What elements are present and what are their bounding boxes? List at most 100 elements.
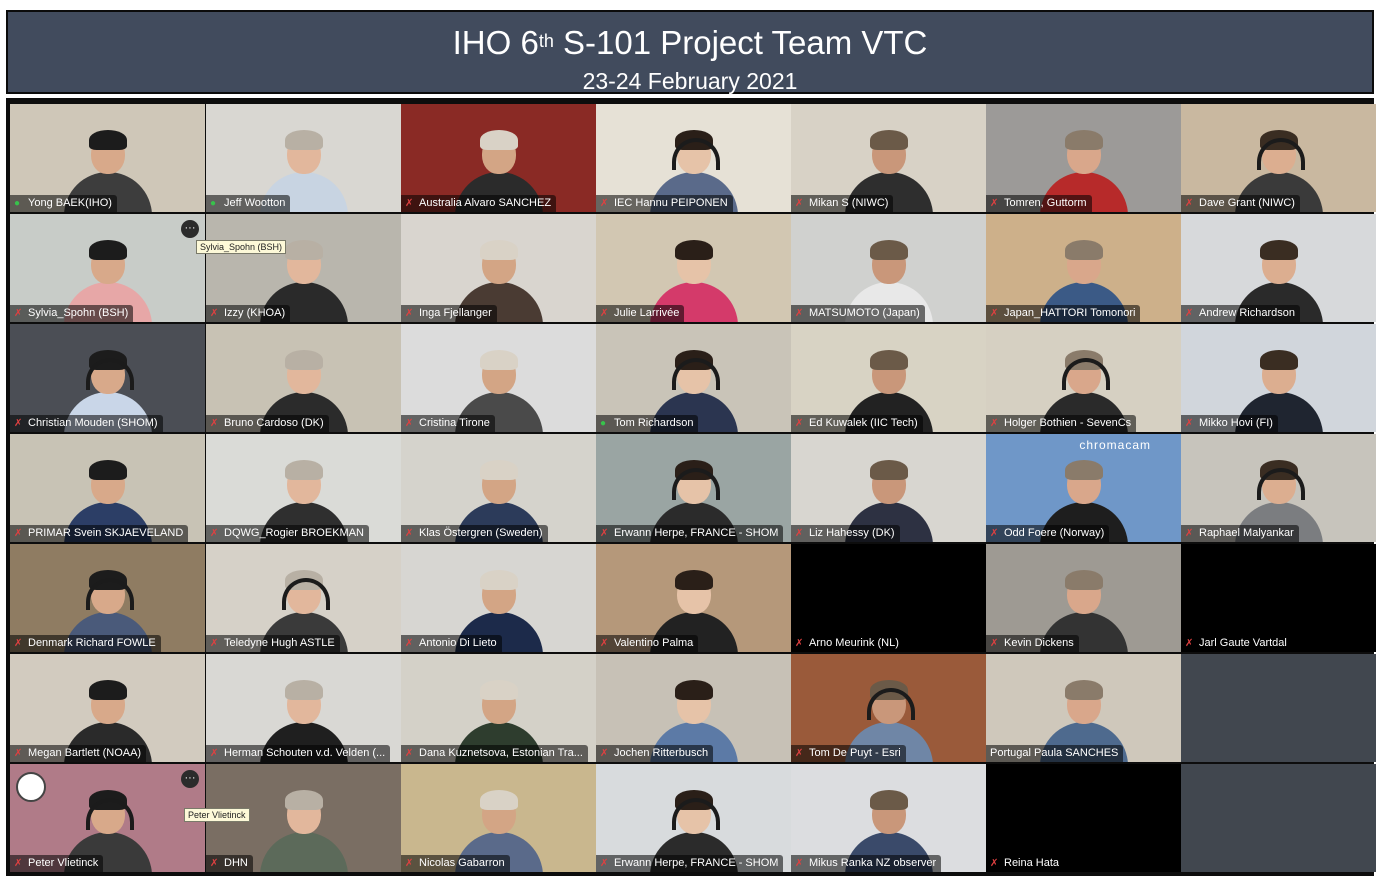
participant-name: Kevin Dickens: [1004, 637, 1074, 649]
participant-tile[interactable]: ✗ Izzy (KHOA): [206, 214, 401, 322]
participant-tile[interactable]: ● Yong BAEK(IHO): [10, 104, 205, 212]
participant-tile[interactable]: ✗ Andrew Richardson: [1181, 214, 1376, 322]
participant-name-label: ✗ Liz Hahessy (DK): [791, 525, 900, 542]
empty-gallery-slot: [1181, 654, 1376, 762]
mic-muted-icon: ✗: [795, 308, 804, 319]
participant-name: Andrew Richardson: [1199, 307, 1295, 319]
participant-name: Tom De Puyt - Esri: [809, 747, 901, 759]
participant-name-label: ✗ Raphael Malyankar: [1181, 525, 1299, 542]
participant-tile[interactable]: ✗ Jarl Gaute Vartdal: [1181, 544, 1376, 652]
mic-muted-icon: ✗: [210, 748, 219, 759]
participant-tile[interactable]: ✗ Odd Foere (Norway) chromacam: [986, 434, 1181, 542]
participant-tile[interactable]: ✗ Peter Vlietinck ···: [10, 764, 205, 872]
participant-tile[interactable]: ✗ Nicolas Gabarron: [401, 764, 596, 872]
mic-muted-icon: ✗: [210, 528, 219, 539]
meeting-title-banner: IHO 6th S-101 Project Team VTC 23-24 Feb…: [6, 10, 1374, 94]
participant-tile[interactable]: ✗ Raphael Malyankar: [1181, 434, 1376, 542]
video-gallery-grid: ● Yong BAEK(IHO) ● Jeff Wootton ✗ Australia A…: [6, 98, 1376, 876]
participant-name-label: ✗ Inga Fjellanger: [401, 305, 497, 322]
mic-muted-icon: ✗: [405, 858, 414, 869]
mic-icon: ●: [14, 198, 21, 209]
participant-tile[interactable]: ✗ Mikko Hovi (FI): [1181, 324, 1376, 432]
participant-tile[interactable]: ✗ Kevin Dickens: [986, 544, 1181, 652]
participant-name: Tomren, Guttorm: [1004, 197, 1087, 209]
participant-tile[interactable]: ✗ Valentino Palma: [596, 544, 791, 652]
participant-tile[interactable]: ✗ IEC Hannu PEIPONEN: [596, 104, 791, 212]
participant-tile[interactable]: ✗ Inga Fjellanger: [401, 214, 596, 322]
participant-tile[interactable]: ✗ Cristina Tirone: [401, 324, 596, 432]
participant-tile[interactable]: ✗ Liz Hahessy (DK): [791, 434, 986, 542]
participant-tile[interactable]: ✗ Holger Bothien - SevenCs: [986, 324, 1181, 432]
participant-name-label: ✗ PRIMAR Svein SKJAEVELAND: [10, 525, 189, 542]
participant-name: Christian Mouden (SHOM): [28, 417, 158, 429]
participant-name-label: ● Yong BAEK(IHO): [10, 195, 117, 212]
participant-tile[interactable]: ✗ Mikus Ranka NZ observer: [791, 764, 986, 872]
participant-tile[interactable]: ✗ Australia Alvaro SANCHEZ: [401, 104, 596, 212]
mic-muted-icon: ✗: [990, 418, 999, 429]
participant-tile[interactable]: ✗ Mikan S (NIWC): [791, 104, 986, 212]
participant-name-label: Portugal Paula SANCHES: [986, 745, 1124, 762]
participant-tile[interactable]: ● Tom Richardson: [596, 324, 791, 432]
participant-tile[interactable]: ✗ Erwann Herpe, FRANCE - SHOM: [596, 434, 791, 542]
participant-name: Holger Bothien - SevenCs: [1004, 417, 1132, 429]
participant-name-label: ✗ Jarl Gaute Vartdal: [1181, 635, 1292, 652]
mic-muted-icon: ✗: [600, 308, 609, 319]
participant-name: MATSUMOTO (Japan): [809, 307, 920, 319]
participant-tile[interactable]: ✗ PRIMAR Svein SKJAEVELAND: [10, 434, 205, 542]
more-options-button[interactable]: ···: [181, 770, 199, 788]
participant-name: Mikan S (NIWC): [809, 197, 889, 209]
participant-tile[interactable]: ✗ Denmark Richard FOWLE: [10, 544, 205, 652]
mic-muted-icon: ✗: [795, 638, 804, 649]
participant-name-label: ✗ Mikan S (NIWC): [791, 195, 894, 212]
participant-name-label: ✗ Mikko Hovi (FI): [1181, 415, 1278, 432]
participant-tile[interactable]: ✗ Bruno Cardoso (DK): [206, 324, 401, 432]
mic-muted-icon: ✗: [1185, 528, 1194, 539]
participant-tile[interactable]: ✗ Megan Bartlett (NOAA): [10, 654, 205, 762]
participant-tile[interactable]: ✗ Erwann Herpe, FRANCE - SHOM: [596, 764, 791, 872]
participant-tile[interactable]: ✗ Sylvia_Spohn (BSH) ···: [10, 214, 205, 322]
participant-name: Dave Grant (NIWC): [1199, 197, 1295, 209]
participant-name-tooltip: Peter Vlietinck: [184, 808, 250, 822]
participant-tile[interactable]: ✗ Tomren, Guttorm: [986, 104, 1181, 212]
participant-name: Inga Fjellanger: [419, 307, 492, 319]
participant-tile[interactable]: ✗ Antonio Di Lieto: [401, 544, 596, 652]
participant-name: Teledyne Hugh ASTLE: [224, 637, 335, 649]
participant-tile[interactable]: ✗ Dave Grant (NIWC): [1181, 104, 1376, 212]
participant-name-label: ✗ Sylvia_Spohn (BSH): [10, 305, 134, 322]
participant-name: Mikko Hovi (FI): [1199, 417, 1273, 429]
participant-tile[interactable]: ● Jeff Wootton: [206, 104, 401, 212]
participant-name: Julie Larrivée: [614, 307, 680, 319]
participant-tile[interactable]: ✗ MATSUMOTO (Japan): [791, 214, 986, 322]
participant-name: Tom Richardson: [614, 417, 694, 429]
participant-tile[interactable]: ✗ Teledyne Hugh ASTLE: [206, 544, 401, 652]
participant-tile[interactable]: ✗ Ed Kuwalek (IIC Tech): [791, 324, 986, 432]
participant-name-label: ✗ Australia Alvaro SANCHEZ: [401, 195, 557, 212]
participant-name-label: ✗ Jochen Ritterbusch: [596, 745, 714, 762]
participant-tile[interactable]: ✗ Christian Mouden (SHOM): [10, 324, 205, 432]
participant-tile[interactable]: ✗ DQWG_Rogier BROEKMAN: [206, 434, 401, 542]
participant-name-label: ✗ Dana Kuznetsova, Estonian Tra...: [401, 745, 588, 762]
participant-name-label: ✗ Megan Bartlett (NOAA): [10, 745, 147, 762]
participant-tile[interactable]: ✗ Reina Hata: [986, 764, 1181, 872]
participant-name-label: ✗ Julie Larrivée: [596, 305, 685, 322]
participant-name-label: ✗ Tomren, Guttorm: [986, 195, 1092, 212]
participant-tile[interactable]: ✗ Japan_HATTORI Tomonori: [986, 214, 1181, 322]
empty-gallery-slot: [1181, 764, 1376, 872]
participant-name-label: ✗ Andrew Richardson: [1181, 305, 1300, 322]
participant-tile[interactable]: ✗ Julie Larrivée: [596, 214, 791, 322]
participant-tile[interactable]: Portugal Paula SANCHES: [986, 654, 1181, 762]
participant-tile[interactable]: ✗ Herman Schouten v.d. Velden (...: [206, 654, 401, 762]
participant-tile[interactable]: ✗ Klas Östergren (Sweden): [401, 434, 596, 542]
more-options-button[interactable]: ···: [181, 220, 199, 238]
participant-tile[interactable]: ✗ Jochen Ritterbusch: [596, 654, 791, 762]
participant-tile[interactable]: ✗ Arno Meurink (NL): [791, 544, 986, 652]
participant-video: [256, 780, 352, 872]
participant-name-label: ✗ Mikus Ranka NZ observer: [791, 855, 942, 872]
mic-muted-icon: ✗: [990, 198, 999, 209]
participant-name: Valentino Palma: [614, 637, 694, 649]
participant-tile[interactable]: ✗ Tom De Puyt - Esri: [791, 654, 986, 762]
participant-tile[interactable]: ✗ Dana Kuznetsova, Estonian Tra...: [401, 654, 596, 762]
participant-name: Jeff Wootton: [224, 197, 286, 209]
participant-name: Jochen Ritterbusch: [614, 747, 709, 759]
page-title: IHO 6th S-101 Project Team VTC: [8, 25, 1372, 61]
